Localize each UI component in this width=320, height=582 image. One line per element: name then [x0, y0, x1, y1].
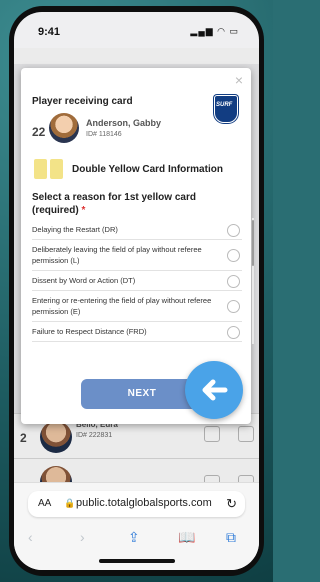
bookmarks-icon[interactable]: 📖: [178, 529, 195, 546]
status-time: 9:41: [38, 26, 61, 38]
phone-screen: 9:41 ▂▄▆ ◠ ▭ 2 Bello, Edra ID# 222831 21…: [14, 12, 259, 570]
reason-option[interactable]: Failure to Respect Distance (FRD): [32, 322, 242, 342]
reader-settings-button[interactable]: AA: [38, 498, 51, 509]
radio-button[interactable]: [227, 223, 240, 237]
yellow-card-icon: [50, 159, 63, 179]
browser-toolbar: AA 🔒 public.totalglobalsports.com ↻ ‹ › …: [14, 482, 259, 570]
player-id: ID# 118146: [86, 131, 122, 138]
team-logo: SURF: [214, 95, 238, 123]
scrollbar-thumb[interactable]: [252, 220, 254, 266]
status-bar: 9:41 ▂▄▆ ◠ ▭: [14, 12, 259, 48]
home-indicator: [99, 559, 175, 563]
radio-button[interactable]: [227, 249, 240, 262]
tabs-icon[interactable]: ⧉: [226, 529, 236, 546]
team-logo-text: SURF: [216, 102, 233, 108]
reason-option-label: Failure to Respect Distance (FRD): [32, 327, 147, 336]
radio-button[interactable]: [227, 300, 240, 313]
share-icon[interactable]: ⇪: [128, 529, 140, 546]
reason-option[interactable]: Delaying the Restart (DR): [32, 220, 242, 240]
reason-option-label: Entering or re-entering the field of pla…: [32, 296, 212, 316]
reason-option[interactable]: Deliberately leaving the field of play w…: [32, 240, 242, 271]
reason-option[interactable]: Entering or re-entering the field of pla…: [32, 291, 242, 322]
browser-nav: ‹ › ⇪ 📖 ⧉: [14, 527, 259, 551]
back-icon[interactable]: ‹: [28, 529, 33, 545]
modal-title: Player receiving card: [32, 96, 133, 107]
url-text[interactable]: public.totalglobalsports.com: [76, 497, 212, 509]
arrow-left-icon: [202, 379, 228, 401]
forward-icon[interactable]: ›: [80, 529, 85, 545]
required-marker: *: [81, 205, 86, 216]
player-name: Anderson, Gabby: [86, 118, 162, 128]
reason-option-label: Deliberately leaving the field of play w…: [32, 245, 202, 265]
reload-icon[interactable]: ↻: [226, 496, 237, 512]
player-avatar: [49, 113, 79, 143]
back-arrow-button[interactable]: [185, 361, 243, 419]
radio-button[interactable]: [227, 274, 240, 288]
status-icons: ▂▄▆ ◠ ▭: [190, 26, 239, 36]
card-modal: × Player receiving card SURF 22 Anderson…: [21, 68, 254, 424]
reason-option-label: Dissent by Word or Action (DT): [32, 276, 136, 285]
address-bar[interactable]: AA 🔒 public.totalglobalsports.com ↻: [28, 491, 245, 517]
card-section-title: Double Yellow Card Information: [72, 164, 223, 175]
lock-icon: 🔒: [64, 498, 76, 508]
reason-list[interactable]: Delaying the Restart (DR) Deliberately l…: [32, 220, 242, 348]
radio-button[interactable]: [227, 325, 240, 339]
reason-prompt-text: Select a reason for 1st yellow card (req…: [32, 192, 196, 216]
reason-option-label: Delaying the Restart (DR): [32, 225, 118, 234]
close-icon[interactable]: ×: [235, 72, 243, 88]
yellow-card-icon: [34, 159, 47, 179]
reason-option[interactable]: Dissent by Word or Action (DT): [32, 271, 242, 291]
reason-prompt: Select a reason for 1st yellow card (req…: [32, 191, 242, 217]
player-number: 22: [32, 125, 46, 139]
